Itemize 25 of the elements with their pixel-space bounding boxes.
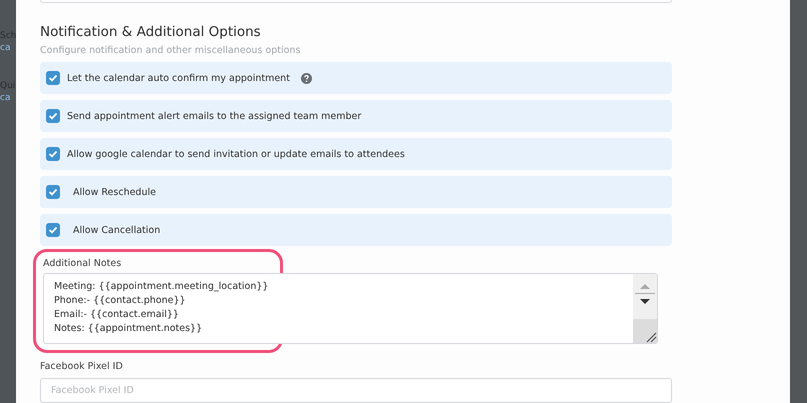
resize-handle-icon[interactable]: [645, 331, 657, 344]
scroll-up-icon[interactable]: [638, 281, 652, 292]
input-field[interactable]: Facebook Pixel ID: [40, 378, 672, 403]
section-title: Notification & Additional Options: [40, 24, 262, 40]
field-label: Additional Notes: [43, 258, 122, 270]
notes-text-line: Meeting: {{appointment.meeting_location}}: [54, 280, 270, 294]
notes-textarea[interactable]: Meeting: {{appointment.meeting_location}} Phone:- {{contact.phone}} Email:- {{contact.email}} Notes: {{appointment.notes}}: [43, 273, 658, 344]
help-icon[interactable]: [300, 72, 312, 84]
checkbox[interactable]: [46, 185, 60, 200]
notes-text-line: Email:- {{contact.email}}: [54, 308, 180, 322]
checkbox[interactable]: [46, 147, 60, 162]
option-label: Allow Reschedule: [73, 186, 156, 198]
checkbox[interactable]: [46, 223, 60, 238]
checkbox[interactable]: [46, 71, 60, 86]
option-label: Send appointment alert emails to the assigned team member: [67, 110, 362, 122]
notes-text-line: Notes: {{appointment.notes}}: [54, 322, 204, 336]
field-label: Facebook Pixel ID: [40, 361, 124, 372]
notes-text-line: Phone:- {{contact.phone}}: [54, 294, 187, 308]
option-label: Let the calendar auto confirm my appointment: [67, 72, 290, 84]
checkbox[interactable]: [46, 109, 60, 124]
background-text: ca: [0, 92, 12, 104]
background-text: ca: [0, 42, 12, 54]
option-label: Allow Cancellation: [73, 224, 160, 236]
option-label: Allow google calendar to send invitation or update emails to attendees: [67, 148, 405, 160]
section-subtitle: Configure notification and other miscellaneous options: [40, 45, 302, 56]
